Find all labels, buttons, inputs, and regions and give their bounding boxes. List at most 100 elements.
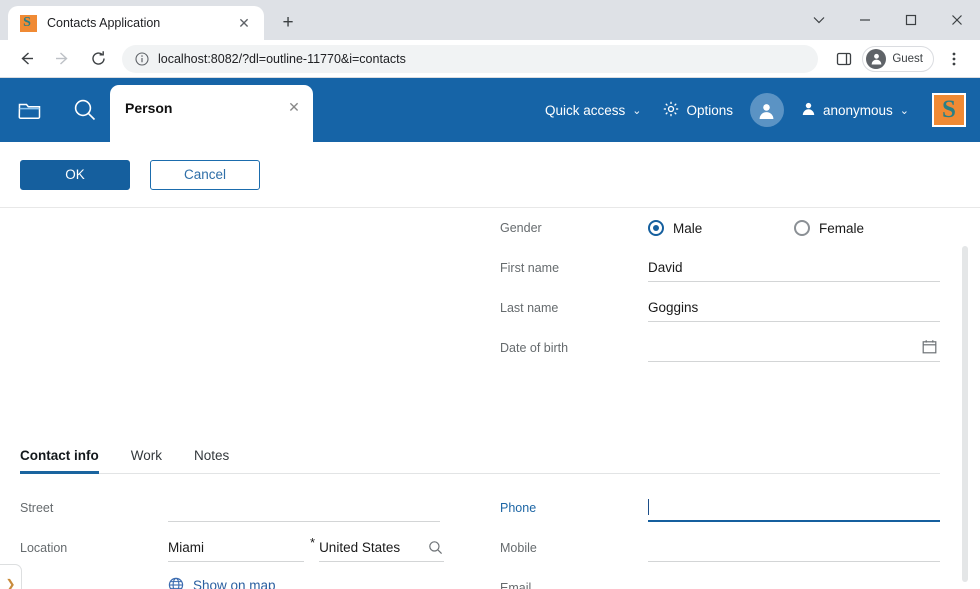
first-name-value: David (648, 258, 683, 278)
show-on-map-label: Show on map (193, 578, 276, 589)
street-field-row: Street (20, 488, 440, 528)
app-header: Person ✕ Quick access ⌄ (0, 78, 980, 142)
gender-option-male[interactable]: Male (648, 220, 794, 236)
first-name-field-row: First name David (500, 248, 940, 288)
gender-option-male-label: Male (673, 221, 702, 236)
application-area: Person ✕ Quick access ⌄ (0, 78, 980, 589)
close-window-icon[interactable] (934, 4, 980, 36)
close-icon[interactable]: ✕ (285, 98, 303, 116)
options-label: Options (686, 103, 733, 118)
browser-window: S Contacts Application ✕ + (0, 0, 980, 589)
app-tab-label: Person (125, 99, 285, 117)
search-icon[interactable] (70, 95, 100, 125)
date-of-birth-input[interactable] (648, 334, 940, 362)
email-field-row: Email (500, 568, 940, 589)
last-name-field-row: Last name Goggins (500, 288, 940, 328)
side-panel-icon[interactable] (830, 45, 858, 73)
radio-button-female[interactable] (794, 220, 810, 236)
app-tab-person[interactable]: Person ✕ (110, 85, 313, 142)
close-icon[interactable]: ✕ (234, 13, 254, 33)
location-inputs: Miami * United States (168, 534, 444, 562)
sidebar-expander[interactable]: ❯ (0, 564, 22, 589)
url-text: localhost:8082/?dl=outline-11770&i=conta… (158, 52, 406, 66)
tab-notes[interactable]: Notes (178, 448, 245, 473)
cancel-button[interactable]: Cancel (150, 160, 260, 190)
address-column: Street Location Miami * (20, 488, 440, 589)
required-marker: * (310, 536, 315, 549)
street-label: Street (20, 501, 168, 515)
gender-label: Gender (500, 221, 648, 235)
section-tabs-wrapper: Contact info Work Notes (20, 434, 940, 476)
back-icon[interactable] (12, 45, 40, 73)
user-avatar-icon[interactable] (750, 93, 784, 127)
quick-access-menu[interactable]: Quick access ⌄ (534, 78, 653, 142)
gender-option-female-label: Female (819, 221, 864, 236)
site-info-icon[interactable] (134, 51, 150, 67)
profile-chip[interactable]: Guest (862, 46, 934, 72)
gender-field-row: Gender Male Female (500, 208, 940, 248)
email-input[interactable] (648, 574, 940, 589)
app-logo-letter: S (942, 97, 956, 122)
minimize-icon[interactable] (842, 4, 888, 36)
app-s-logo-icon: S (20, 15, 37, 32)
email-label: Email (500, 581, 648, 589)
browser-tab[interactable]: S Contacts Application ✕ (8, 6, 264, 40)
first-name-input[interactable]: David (648, 254, 940, 282)
user-label: anonymous (823, 103, 893, 118)
phone-label: Phone (500, 501, 648, 515)
person-icon (801, 101, 816, 119)
dialog-button-bar: OK Cancel (0, 142, 980, 208)
mobile-input[interactable] (648, 534, 940, 562)
user-menu[interactable]: anonymous ⌄ (790, 78, 920, 142)
date-of-birth-field-row: Date of birth (500, 328, 940, 368)
radio-button-male[interactable] (648, 220, 664, 236)
folder-icon[interactable] (14, 95, 44, 125)
kebab-menu-icon[interactable] (940, 45, 968, 73)
globe-icon (168, 577, 184, 589)
tab-search-icon[interactable] (796, 4, 842, 36)
search-icon[interactable] (426, 538, 444, 556)
location-city-value: Miami (168, 538, 204, 558)
first-name-label: First name (500, 261, 648, 275)
maximize-icon[interactable] (888, 4, 934, 36)
section-tabs: Contact info Work Notes (20, 434, 940, 474)
phone-input[interactable] (648, 494, 940, 522)
profile-label: Guest (892, 53, 923, 65)
contact-column: Phone Mobile Email (500, 488, 940, 589)
location-field-row: Location Miami * United States (20, 528, 440, 568)
date-of-birth-label: Date of birth (500, 341, 648, 355)
last-name-value: Goggins (648, 298, 698, 318)
last-name-input[interactable]: Goggins (648, 294, 940, 322)
mobile-field-row: Mobile (500, 528, 940, 568)
location-country-value: United States (319, 538, 400, 558)
new-tab-button[interactable]: + (274, 9, 302, 37)
browser-tab-title: Contacts Application (47, 16, 234, 30)
vertical-scrollbar[interactable] (962, 246, 968, 582)
gender-radio-group[interactable]: Male Female (648, 220, 940, 236)
options-button[interactable]: Options (652, 78, 744, 142)
tab-contact-info[interactable]: Contact info (20, 448, 115, 473)
address-bar[interactable]: localhost:8082/?dl=outline-11770&i=conta… (122, 45, 818, 73)
street-input[interactable] (168, 494, 440, 522)
app-logo: S (932, 93, 966, 127)
calendar-icon[interactable] (920, 337, 938, 355)
gender-option-female[interactable]: Female (794, 220, 940, 236)
location-label: Location (20, 541, 168, 555)
ok-button[interactable]: OK (20, 160, 130, 190)
forward-icon (48, 45, 76, 73)
window-controls (796, 0, 980, 40)
account-circle-icon (866, 49, 886, 69)
show-on-map-link[interactable]: Show on map (168, 577, 440, 589)
app-header-actions: Quick access ⌄ (534, 78, 980, 142)
phone-field-row: Phone (500, 488, 940, 528)
last-name-label: Last name (500, 301, 648, 315)
location-city-input[interactable]: Miami (168, 534, 304, 562)
text-caret (648, 499, 649, 515)
person-fields-column: Gender Male Female (500, 208, 940, 368)
tab-work[interactable]: Work (115, 448, 178, 473)
chevron-down-icon: ⌄ (900, 104, 909, 117)
reload-icon[interactable] (84, 45, 112, 73)
browser-toolbar: localhost:8082/?dl=outline-11770&i=conta… (0, 40, 980, 78)
person-details-section: Gender Male Female (0, 208, 980, 434)
location-country-input[interactable]: United States (319, 534, 444, 562)
